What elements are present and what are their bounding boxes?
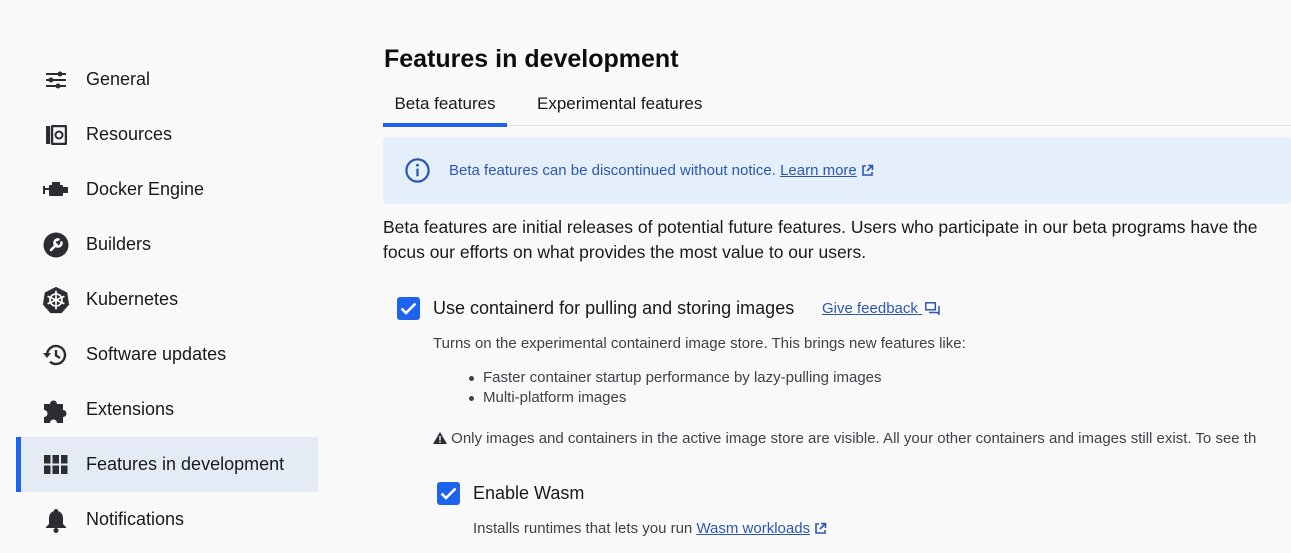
warning-icon — [433, 432, 447, 444]
list-item: Multi-platform images — [467, 388, 882, 408]
external-link-icon — [861, 164, 874, 176]
kubernetes-icon — [42, 286, 70, 314]
sidebar-item-label: Docker Engine — [86, 179, 205, 199]
page-title: Features in development — [384, 45, 679, 73]
wasm-workloads-link[interactable]: Wasm workloads — [696, 520, 810, 537]
sidebar-item-label: Extensions — [86, 399, 175, 419]
description-line-2: focus our efforts on what provides the m… — [383, 242, 867, 262]
checkmark-icon — [400, 302, 417, 315]
containerd-label: Use containerd for pulling and storing i… — [433, 298, 795, 318]
containerd-intro: Turns on the experimental containerd ima… — [433, 335, 966, 352]
wasm-checkbox[interactable] — [437, 482, 460, 505]
wasm-help-text: Installs runtimes that lets you run — [473, 520, 693, 537]
wrench-icon — [42, 231, 70, 259]
settings-window: General Resources Docker Engine Builders… — [0, 0, 1291, 553]
sidebar-item-kubernetes[interactable]: Kubernetes — [16, 272, 318, 327]
containerd-checkbox[interactable] — [397, 297, 420, 320]
history-icon — [42, 341, 70, 369]
resources-icon — [42, 121, 70, 149]
engine-icon — [42, 176, 70, 204]
bell-icon — [42, 506, 70, 534]
give-feedback-link[interactable]: Give feedback — [822, 300, 940, 317]
warning-text: Only images and containers in the active… — [451, 430, 1257, 447]
sidebar-item-label: Software updates — [86, 344, 227, 364]
sliders-icon — [42, 66, 70, 94]
sidebar-item-label: Features in development — [86, 454, 285, 474]
beta-description: Beta features are initial releases of po… — [383, 215, 1258, 265]
puzzle-icon — [42, 396, 70, 424]
sidebar-item-label: Notifications — [86, 509, 185, 529]
store-warning: Only images and containers in the active… — [433, 430, 1256, 447]
sidebar: General Resources Docker Engine Builders… — [0, 0, 330, 553]
info-alert: Beta features can be discontinued withou… — [383, 137, 1291, 204]
sidebar-item-docker-engine[interactable]: Docker Engine — [16, 162, 318, 217]
checkmark-icon — [440, 487, 457, 500]
give-feedback-label: Give feedback — [822, 300, 918, 317]
main-panel: Features in development Beta features Ex… — [383, 0, 1291, 553]
alert-text: Beta features can be discontinued withou… — [449, 162, 776, 179]
sidebar-item-label: Kubernetes — [86, 289, 179, 309]
grid-icon — [42, 451, 70, 479]
feedback-icon — [925, 302, 940, 316]
description-line-1: Beta features are initial releases of po… — [383, 217, 1258, 237]
wasm-help: Installs runtimes that lets you run Wasm… — [473, 520, 827, 537]
sidebar-item-builders[interactable]: Builders — [16, 217, 318, 272]
sidebar-item-extensions[interactable]: Extensions — [16, 382, 318, 437]
tab-experimental-features[interactable]: Experimental features — [537, 86, 702, 126]
sidebar-item-label: General — [86, 69, 151, 89]
sidebar-item-label: Resources — [86, 124, 173, 144]
tab-bar: Beta features Experimental features — [383, 86, 1291, 127]
learn-more-link[interactable]: Learn more — [780, 162, 857, 179]
sidebar-item-label: Builders — [86, 234, 152, 254]
alert-message: Beta features can be discontinued withou… — [449, 162, 874, 179]
list-item: Faster container startup performance by … — [467, 368, 882, 388]
external-link-icon — [815, 522, 827, 534]
tab-beta-features[interactable]: Beta features — [383, 86, 507, 127]
wasm-label: Enable Wasm — [473, 483, 585, 503]
sidebar-item-general[interactable]: General — [16, 52, 318, 107]
sidebar-item-resources[interactable]: Resources — [16, 107, 318, 162]
sidebar-item-notifications[interactable]: Notifications — [16, 492, 318, 547]
sidebar-item-software-updates[interactable]: Software updates — [16, 327, 318, 382]
feature-list: Faster container startup performance by … — [467, 368, 882, 408]
sidebar-item-features-in-development[interactable]: Features in development — [16, 437, 318, 492]
info-icon — [405, 158, 430, 183]
